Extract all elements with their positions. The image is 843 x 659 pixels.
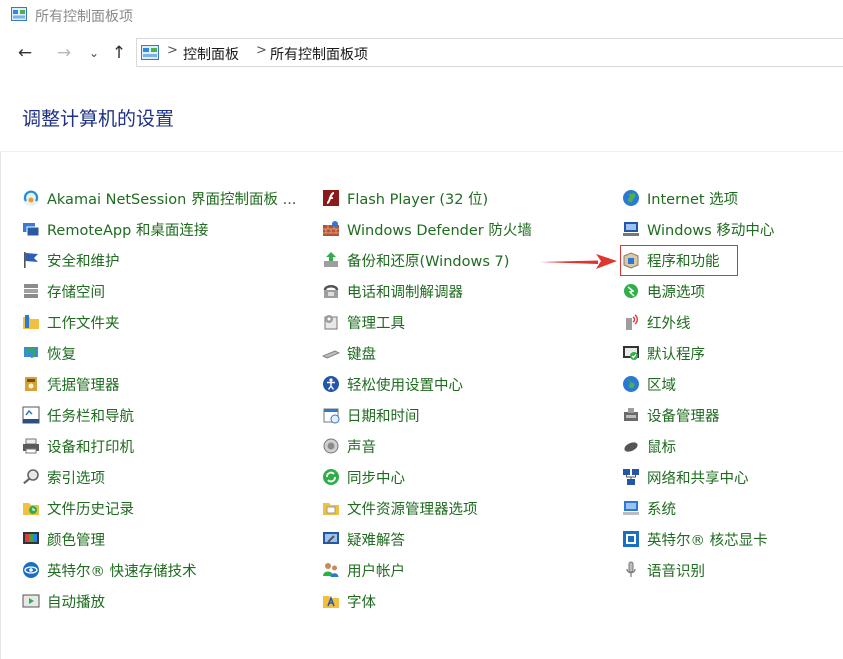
item-network-sharing-center[interactable]: 网络和共享中心 <box>622 464 749 490</box>
item-windows-mobility-center[interactable]: Windows 移动中心 <box>622 216 774 242</box>
mouse-icon <box>624 442 638 452</box>
item-internet-options[interactable]: Internet 选项 <box>622 185 738 211</box>
phone-icon <box>323 285 339 298</box>
item-device-manager[interactable]: 设备管理器 <box>622 402 720 428</box>
item-taskbar-navigation[interactable]: 任务栏和导航 <box>22 402 134 428</box>
admin-tools-icon <box>324 315 338 330</box>
item-intel-graphics[interactable]: 英特尔® 核芯显卡 <box>622 526 768 552</box>
back-arrow-icon[interactable]: ← <box>13 42 37 64</box>
globe-icon <box>623 190 639 206</box>
printer-icon <box>23 438 39 454</box>
calendar-icon <box>323 408 340 424</box>
item-recovery[interactable]: 恢复 <box>22 340 76 366</box>
breadcrumb-all-items[interactable]: 所有控制面板项 <box>270 44 368 64</box>
remoteapp-icon <box>23 223 40 237</box>
chevron-down-icon[interactable]: ⌄ <box>86 42 102 64</box>
control-panel-icon <box>141 45 159 60</box>
item-autoplay[interactable]: 自动播放 <box>22 588 105 614</box>
flash-icon <box>323 190 339 206</box>
folder-icon <box>23 315 39 329</box>
item-mouse[interactable]: 鼠标 <box>622 433 676 459</box>
item-devices-printers[interactable]: 设备和打印机 <box>22 433 134 459</box>
item-default-programs[interactable]: 默认程序 <box>622 340 705 366</box>
address-bar[interactable]: > 控制面板 > 所有控制面板项 <box>136 38 843 67</box>
infrared-icon <box>626 314 638 330</box>
file-history-icon <box>23 503 39 515</box>
breadcrumb-separator: > <box>256 43 267 58</box>
up-arrow-icon[interactable]: ↑ <box>108 42 130 64</box>
item-date-time[interactable]: 日期和时间 <box>322 402 420 428</box>
item-file-history[interactable]: 文件历史记录 <box>22 495 134 521</box>
troubleshoot-icon <box>323 532 339 544</box>
highlight-box <box>620 245 738 276</box>
item-remoteapp[interactable]: RemoteApp 和桌面连接 <box>22 216 208 242</box>
intel-graphics-icon <box>623 531 639 547</box>
backup-icon <box>324 252 338 267</box>
index-icon <box>23 469 39 485</box>
item-phone-modem[interactable]: 电话和调制解调器 <box>322 278 463 304</box>
folder-options-icon <box>323 503 339 515</box>
flag-icon <box>24 252 38 268</box>
storage-icon <box>24 284 38 298</box>
intel-rst-icon <box>23 562 39 578</box>
keyboard-icon <box>322 350 340 359</box>
window-edge <box>0 152 1 659</box>
page-title: 调整计算机的设置 <box>22 108 175 130</box>
item-file-explorer-options[interactable]: 文件资源管理器选项 <box>322 495 478 521</box>
sync-icon <box>323 469 339 485</box>
recovery-icon <box>24 347 38 359</box>
item-ease-of-access[interactable]: 轻松使用设置中心 <box>322 371 463 397</box>
region-icon <box>623 376 639 392</box>
font-icon <box>323 595 339 608</box>
taskbar-icon <box>22 406 40 424</box>
item-sound[interactable]: 声音 <box>322 433 376 459</box>
item-windows-defender-firewall[interactable]: Windows Defender 防火墙 <box>322 216 532 242</box>
item-storage-spaces[interactable]: 存储空间 <box>22 278 105 304</box>
device-manager-icon <box>624 408 638 421</box>
item-infrared[interactable]: 红外线 <box>622 309 691 335</box>
microphone-icon <box>626 561 636 577</box>
breadcrumb-separator: > <box>167 43 178 58</box>
divider <box>0 151 843 152</box>
item-work-folders[interactable]: 工作文件夹 <box>22 309 120 335</box>
item-region[interactable]: 区域 <box>622 371 676 397</box>
forward-arrow-icon[interactable]: → <box>52 42 76 64</box>
item-akamai[interactable]: Akamai NetSession 界面控制面板 ... <box>22 185 296 211</box>
breadcrumb-control-panel[interactable]: 控制面板 <box>183 44 239 64</box>
accessibility-icon <box>323 376 339 392</box>
item-admin-tools[interactable]: 管理工具 <box>322 309 405 335</box>
red-arrow-icon <box>540 254 617 269</box>
mobility-icon <box>623 222 639 236</box>
default-programs-icon <box>623 346 639 360</box>
autoplay-icon <box>22 594 40 608</box>
window-title: 所有控制面板项 <box>35 9 133 25</box>
item-security-maintenance[interactable]: 安全和维护 <box>22 247 120 273</box>
item-user-accounts[interactable]: 用户帐户 <box>322 557 405 583</box>
item-flash-player[interactable]: Flash Player (32 位) <box>322 185 488 211</box>
system-icon <box>623 501 639 515</box>
credential-icon <box>25 377 37 391</box>
akamai-icon <box>23 190 39 206</box>
network-icon <box>623 469 639 485</box>
item-system[interactable]: 系统 <box>622 495 676 521</box>
item-power-options[interactable]: 电源选项 <box>622 278 705 304</box>
control-panel-icon <box>11 7 27 21</box>
item-intel-rst[interactable]: 英特尔® 快速存储技术 <box>22 557 197 583</box>
item-color-management[interactable]: 颜色管理 <box>22 526 105 552</box>
item-backup-restore[interactable]: 备份和还原(Windows 7) <box>322 247 509 273</box>
users-icon <box>323 563 339 577</box>
item-keyboard[interactable]: 键盘 <box>322 340 376 366</box>
item-credential-manager[interactable]: 凭据管理器 <box>22 371 120 397</box>
item-speech-recognition[interactable]: 语音识别 <box>622 557 705 583</box>
item-sync-center[interactable]: 同步中心 <box>322 464 405 490</box>
firewall-icon <box>323 221 339 236</box>
color-icon <box>23 532 39 544</box>
speaker-icon <box>323 438 339 454</box>
item-troubleshooting[interactable]: 疑难解答 <box>322 526 405 552</box>
power-icon <box>624 284 638 298</box>
item-fonts[interactable]: 字体 <box>322 588 376 614</box>
navigation-bar: ← → ⌄ ↑ > 控制面板 > 所有控制面板项 <box>0 34 843 72</box>
item-indexing-options[interactable]: 索引选项 <box>22 464 105 490</box>
title-bar: 所有控制面板项 <box>0 0 843 30</box>
